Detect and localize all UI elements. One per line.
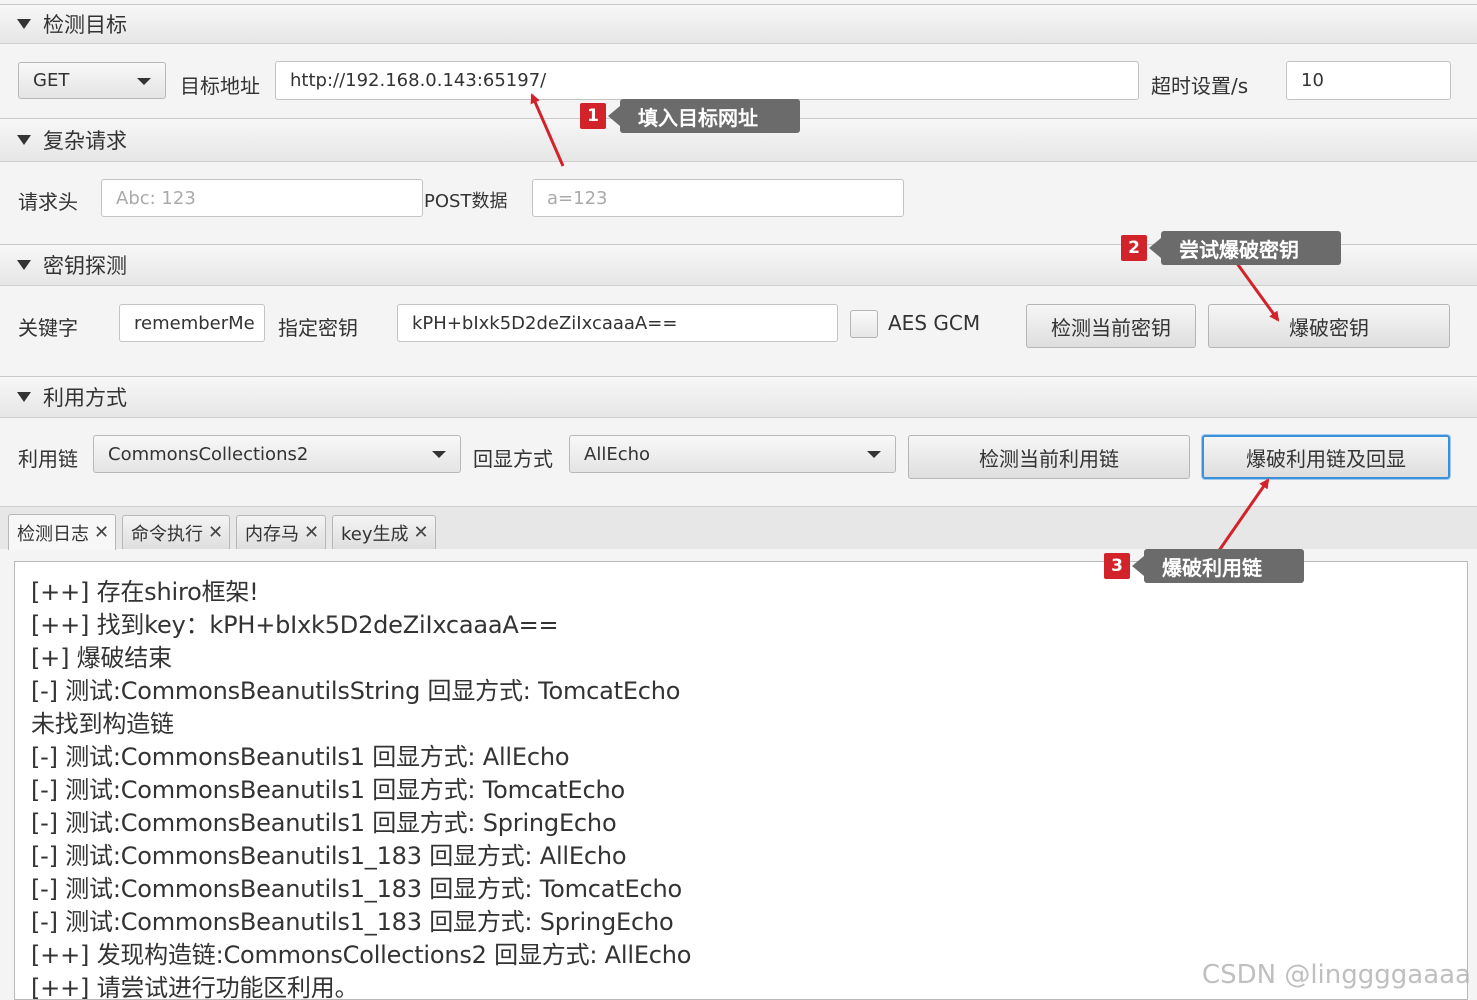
tab-log[interactable]: 检测日志 ✕ bbox=[8, 514, 117, 550]
log-line: [+] 爆破结束 bbox=[31, 644, 172, 672]
header-input-placeholder: Abc: 123 bbox=[116, 187, 196, 209]
header-input[interactable]: Abc: 123 bbox=[101, 179, 423, 217]
tab-keygen-label: key生成 bbox=[341, 523, 409, 545]
key-input[interactable]: kPH+bIxk5D2deZiIxcaaaA== bbox=[397, 304, 838, 342]
check-key-button-label: 检测当前密钥 bbox=[1051, 315, 1171, 340]
chain-select-value: CommonsCollections2 bbox=[108, 443, 309, 465]
header-label: 请求头 bbox=[18, 190, 78, 214]
tab-memshell[interactable]: 内存马 ✕ bbox=[236, 515, 327, 549]
collapse-triangle-icon bbox=[17, 19, 31, 29]
check-chain-button-label: 检测当前利用链 bbox=[979, 446, 1119, 471]
key-label: 指定密钥 bbox=[278, 316, 358, 340]
url-input-value: http://192.168.0.143:65197/ bbox=[290, 70, 547, 91]
check-chain-button[interactable]: 检测当前利用链 bbox=[908, 435, 1190, 479]
log-line: [-] 测试:CommonsBeanutils1_183 回显方式: Sprin… bbox=[31, 908, 674, 936]
keyword-label: 关键字 bbox=[18, 316, 78, 340]
keyword-input-value: rememberMe bbox=[134, 312, 255, 334]
brute-key-button-label: 爆破密钥 bbox=[1289, 315, 1369, 340]
section-title-key: 密钥探测 bbox=[43, 254, 127, 278]
callout-note: 填入目标网址 bbox=[608, 99, 800, 133]
chevron-down-icon bbox=[137, 77, 151, 85]
collapse-triangle-icon bbox=[17, 260, 31, 270]
chain-select[interactable]: CommonsCollections2 bbox=[93, 435, 461, 473]
echo-select[interactable]: AllEcho bbox=[569, 435, 896, 473]
tab-command-label: 命令执行 bbox=[131, 523, 203, 545]
tab-command[interactable]: 命令执行 ✕ bbox=[122, 515, 231, 549]
section-body-key: 关键字 rememberMe 指定密钥 kPH+bIxk5D2deZiIxcaa… bbox=[0, 286, 1477, 376]
callout-note: 尝试爆破密钥 bbox=[1149, 231, 1341, 265]
section-header-target[interactable]: 检测目标 bbox=[0, 4, 1477, 44]
log-line: [++] 找到key：kPH+bIxk5D2deZiIxcaaaA== bbox=[31, 611, 559, 639]
brute-chain-button[interactable]: 爆破利用链及回显 bbox=[1202, 435, 1450, 479]
log-line: [++] 存在shiro框架! bbox=[31, 578, 259, 606]
section-title-complex: 复杂请求 bbox=[43, 129, 127, 153]
log-line: 未找到构造链 bbox=[31, 710, 174, 738]
brute-chain-button-label: 爆破利用链及回显 bbox=[1246, 446, 1406, 471]
timeout-input[interactable]: 10 bbox=[1286, 61, 1451, 100]
timeout-label: 超时设置/s bbox=[1151, 74, 1249, 98]
callout-1: 1 填入目标网址 bbox=[580, 99, 800, 133]
section-title-exploit: 利用方式 bbox=[43, 386, 127, 410]
callout-3: 3 爆破利用链 bbox=[1104, 549, 1304, 583]
aes-gcm-checkbox[interactable] bbox=[850, 310, 878, 338]
post-input[interactable]: a=123 bbox=[532, 179, 904, 217]
timeout-input-value: 10 bbox=[1301, 70, 1324, 91]
check-key-button[interactable]: 检测当前密钥 bbox=[1026, 304, 1196, 348]
method-select[interactable]: GET bbox=[18, 62, 166, 99]
section-title-target: 检测目标 bbox=[43, 13, 127, 37]
tab-bar: 检测日志 ✕ 命令执行 ✕ 内存马 ✕ key生成 ✕ bbox=[0, 506, 1477, 550]
brute-key-button[interactable]: 爆破密钥 bbox=[1208, 304, 1450, 348]
collapse-triangle-icon bbox=[17, 392, 31, 402]
callout-2: 2 尝试爆破密钥 bbox=[1121, 231, 1341, 265]
close-icon[interactable]: ✕ bbox=[414, 522, 429, 543]
callout-note: 爆破利用链 bbox=[1132, 549, 1304, 583]
post-label: POST数据 bbox=[424, 191, 508, 212]
tab-log-label: 检测日志 bbox=[17, 523, 89, 545]
url-input[interactable]: http://192.168.0.143:65197/ bbox=[275, 61, 1139, 100]
tab-memshell-label: 内存马 bbox=[245, 523, 299, 545]
method-select-value: GET bbox=[33, 70, 70, 91]
callout-number: 1 bbox=[580, 103, 606, 129]
log-line: [++] 请尝试进行功能区利用。 bbox=[31, 974, 359, 1000]
echo-select-value: AllEcho bbox=[584, 443, 651, 465]
log-line: [++] 发现构造链:CommonsCollections2 回显方式: All… bbox=[31, 941, 692, 969]
chain-label: 利用链 bbox=[18, 447, 78, 471]
log-line: [-] 测试:CommonsBeanutils1_183 回显方式: Tomca… bbox=[31, 875, 682, 903]
callout-number: 2 bbox=[1121, 235, 1147, 261]
section-body-exploit: 利用链 CommonsCollections2 回显方式 AllEcho 检测当… bbox=[0, 418, 1477, 506]
url-label: 目标地址 bbox=[180, 74, 260, 98]
log-line: [-] 测试:CommonsBeanutils1 回显方式: TomcatEch… bbox=[31, 776, 625, 804]
log-line: [-] 测试:CommonsBeanutils1 回显方式: AllEcho bbox=[31, 743, 570, 771]
close-icon[interactable]: ✕ bbox=[94, 522, 109, 543]
log-textarea[interactable]: [++] 存在shiro框架! [++] 找到key：kPH+bIxk5D2de… bbox=[14, 561, 1468, 1000]
chevron-down-icon bbox=[432, 451, 446, 458]
section-header-exploit[interactable]: 利用方式 bbox=[0, 376, 1477, 418]
post-input-placeholder: a=123 bbox=[547, 187, 608, 209]
log-line: [-] 测试:CommonsBeanutilsString 回显方式: Tomc… bbox=[31, 677, 681, 705]
collapse-triangle-icon bbox=[17, 135, 31, 145]
close-icon[interactable]: ✕ bbox=[304, 522, 319, 543]
tab-keygen[interactable]: key生成 ✕ bbox=[332, 515, 436, 549]
chevron-down-icon bbox=[867, 451, 881, 458]
key-input-value: kPH+bIxk5D2deZiIxcaaaA== bbox=[412, 312, 678, 334]
log-line: [-] 测试:CommonsBeanutils1_183 回显方式: AllEc… bbox=[31, 842, 627, 870]
log-line: [-] 测试:CommonsBeanutils1 回显方式: SpringEch… bbox=[31, 809, 617, 837]
watermark: CSDN @linggggaaaa bbox=[1201, 960, 1471, 990]
keyword-input[interactable]: rememberMe bbox=[119, 304, 265, 342]
echo-label: 回显方式 bbox=[473, 447, 553, 471]
callout-number: 3 bbox=[1104, 553, 1130, 579]
aes-gcm-label: AES GCM bbox=[888, 311, 981, 335]
close-icon[interactable]: ✕ bbox=[208, 522, 223, 543]
